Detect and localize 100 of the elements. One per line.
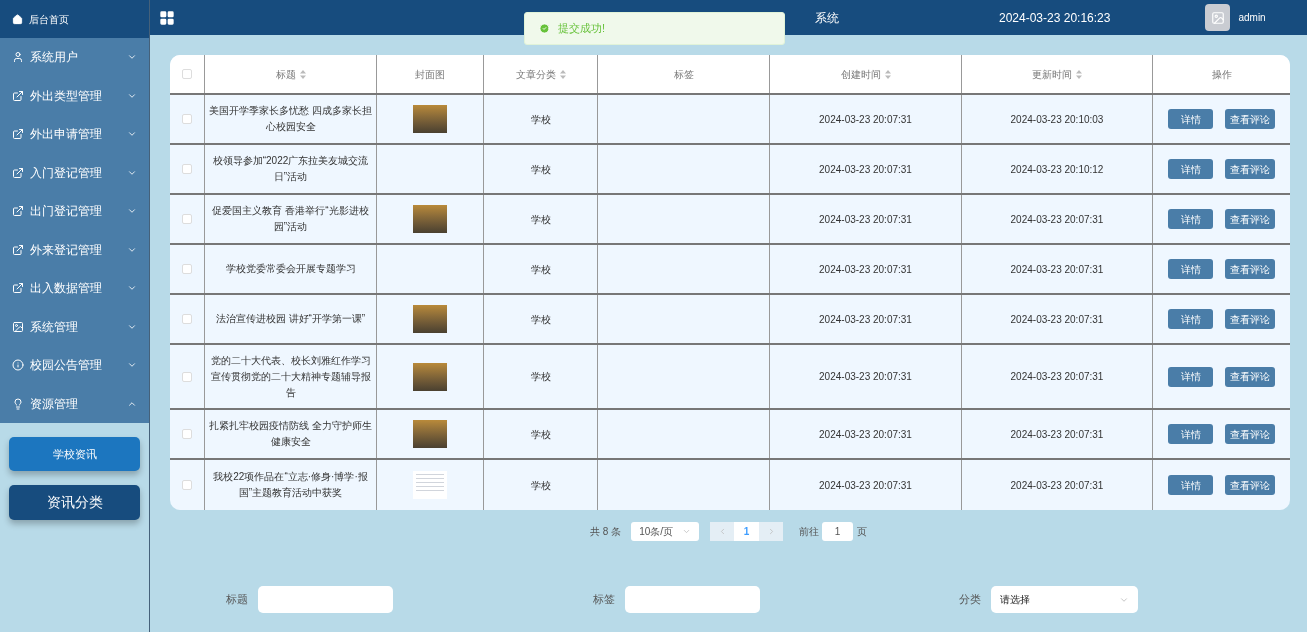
updated-time-cell-text: 2024-03-23 20:07:31 (1010, 427, 1104, 442)
title-cell-text: 校领导参加“2022广东拉美友城交流日”活动 (211, 154, 370, 184)
title-cell-text: 党的二十大代表、校长刘雅红作学习宣传贯彻党的二十大精神专题辅导报告 (209, 353, 372, 400)
row-checkbox[interactable] (182, 164, 192, 174)
share-icon (12, 128, 24, 141)
total-count: 共 8 条 (590, 524, 622, 539)
page-size-select[interactable]: 10条/页 (631, 521, 700, 541)
created-time-cell-text: 2024-03-23 20:07:31 (819, 312, 912, 327)
menu-item[interactable]: 系统用户 (0, 38, 149, 77)
updated-time-cell-text: 2024-03-23 20:10:03 (1010, 112, 1104, 127)
details-button[interactable]: 详情 (1168, 159, 1213, 179)
row-checkbox[interactable] (182, 480, 192, 490)
column-header[interactable]: 更新时间 (1032, 66, 1082, 82)
created-time-cell-text: 2024-03-23 20:07:31 (819, 427, 912, 442)
photo-placeholder (413, 105, 447, 133)
row-checkbox[interactable] (182, 114, 192, 124)
comments-button[interactable]: 查看评论 (1225, 209, 1275, 229)
success-icon (539, 23, 550, 34)
info-icon (12, 359, 24, 372)
sort-icon[interactable] (299, 69, 306, 79)
photo-placeholder (413, 420, 447, 448)
submenu-button[interactable]: 学校资讯 (9, 437, 140, 471)
menu-item[interactable]: 系统管理 (0, 307, 149, 346)
sort-icon[interactable] (1076, 69, 1082, 79)
details-button[interactable]: 详情 (1168, 366, 1213, 387)
username[interactable]: admin (1238, 10, 1266, 25)
home-icon (12, 13, 23, 25)
comments-button[interactable]: 查看评论 (1225, 259, 1275, 279)
home-link[interactable]: 后台首页 (0, 0, 149, 38)
comments-button[interactable]: 查看评论 (1225, 475, 1275, 495)
title-cell-text: 促爱国主义教育 香港举行“光影进校园”活动 (211, 204, 370, 234)
menu-item[interactable]: 外出类型管理 (0, 76, 149, 115)
category-cell-text: 学校 (530, 162, 551, 177)
column-header[interactable]: 标题 (275, 66, 306, 82)
menu-item[interactable]: 出门登记管理 (0, 192, 149, 231)
grid-icon[interactable] (159, 9, 175, 26)
details-button[interactable]: 详情 (1168, 424, 1213, 444)
column-header[interactable]: 创建时间 (840, 66, 891, 82)
details-button[interactable]: 详情 (1168, 259, 1213, 279)
menu-item[interactable]: 外出申请管理 (0, 115, 149, 154)
created-time-cell-text: 2024-03-23 20:07:31 (819, 162, 912, 177)
row-checkbox[interactable] (182, 429, 192, 439)
share-icon (12, 166, 24, 179)
menu-item[interactable]: 入门登记管理 (0, 153, 149, 192)
comments-button[interactable]: 查看评论 (1225, 309, 1275, 329)
title-cell-text: 扎紧扎牢校园疫情防线 全力守护师生健康安全 (209, 419, 372, 449)
title-cell-text: 学校党委常委会开展专题学习 (225, 262, 356, 276)
document-thumbnail (413, 471, 447, 499)
field-label: 标题 (226, 592, 248, 608)
select-all-checkbox[interactable] (182, 69, 192, 79)
menu-item[interactable]: 校园公告管理 (0, 346, 149, 385)
updated-time-cell-text: 2024-03-23 20:07:31 (1010, 312, 1104, 327)
photo-placeholder (413, 205, 447, 233)
details-button[interactable]: 详情 (1168, 209, 1213, 229)
row-checkbox[interactable] (182, 314, 192, 324)
input-field[interactable] (625, 586, 760, 613)
sort-icon[interactable] (884, 69, 891, 79)
share-icon (12, 205, 24, 218)
details-button[interactable]: 详情 (1168, 475, 1213, 495)
category-select[interactable]: 请选择 (991, 586, 1138, 613)
updated-time-cell-text: 2024-03-23 20:10:12 (1010, 162, 1104, 177)
updated-time-cell-text: 2024-03-23 20:07:31 (1010, 370, 1104, 384)
title-cell-text: 我校22项作品在“立志·修身·博学·报国”主题教育活动中获奖 (212, 470, 369, 500)
category-cell-text: 学校 (530, 262, 551, 277)
column-header[interactable]: 操作 (1211, 66, 1232, 82)
toast-message: 提交成功! (558, 21, 606, 37)
comments-button[interactable]: 查看评论 (1225, 159, 1275, 179)
previous-page-button[interactable] (710, 521, 735, 541)
avatar[interactable] (1205, 4, 1231, 31)
comments-button[interactable]: 查看评论 (1225, 366, 1275, 387)
details-button[interactable]: 详情 (1168, 109, 1213, 129)
next-page-button[interactable] (759, 521, 784, 541)
menu-item[interactable]: 外来登记管理 (0, 230, 149, 269)
column-header[interactable]: 标签 (673, 66, 694, 82)
created-time-cell-text: 2024-03-23 20:07:31 (819, 370, 912, 384)
goto-page-field[interactable]: 1 (822, 521, 854, 541)
sort-icon[interactable] (559, 69, 566, 79)
input-field[interactable] (258, 586, 393, 613)
row-checkbox[interactable] (182, 371, 192, 382)
column-header[interactable]: 文章分类 (515, 66, 566, 82)
share-icon (12, 89, 24, 102)
field-label: 分类 (959, 592, 981, 608)
category-cell-text: 学校 (530, 478, 551, 493)
column-header[interactable]: 封面图 (415, 66, 445, 82)
image-icon (1210, 10, 1225, 25)
field-label: 标签 (593, 592, 615, 608)
page-button[interactable]: 1 (734, 521, 760, 541)
comments-button[interactable]: 查看评论 (1225, 424, 1275, 444)
category-cell-text: 学校 (530, 370, 551, 384)
row-checkbox[interactable] (182, 214, 192, 224)
submenu-button[interactable]: 资讯分类 (9, 485, 140, 520)
comments-button[interactable]: 查看评论 (1225, 109, 1275, 129)
updated-time-cell-text: 2024-03-23 20:07:31 (1010, 478, 1104, 493)
menu-item[interactable]: 资源管理 (0, 384, 149, 423)
row-checkbox[interactable] (182, 264, 192, 274)
share-icon (12, 243, 24, 256)
bulb-icon (12, 397, 24, 410)
menu-item[interactable]: 出入数据管理 (0, 269, 149, 308)
details-button[interactable]: 详情 (1168, 309, 1213, 329)
created-time-cell-text: 2024-03-23 20:07:31 (819, 262, 912, 277)
